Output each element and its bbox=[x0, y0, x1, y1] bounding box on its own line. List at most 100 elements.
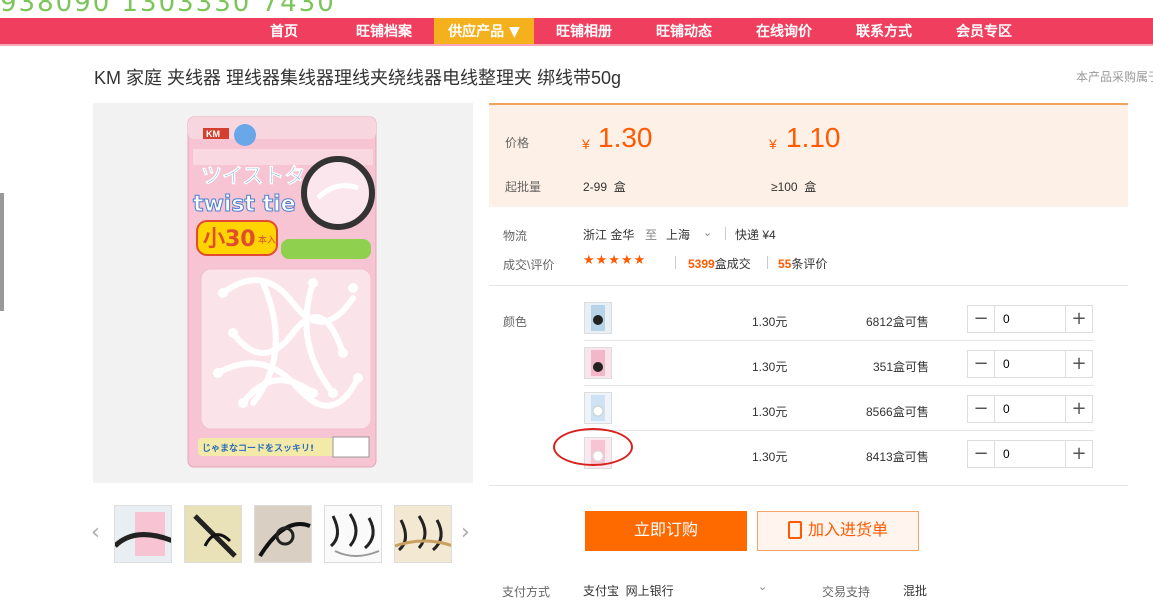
add-to-cart-button[interactable]: 加入进货单 bbox=[757, 511, 919, 551]
variant-2-stock: 351盒可售 bbox=[873, 360, 930, 374]
thumbnail-4-image bbox=[325, 506, 381, 562]
price-panel: 价格 ¥ 1.30 ¥ 1.10 起批量 2-99 盒 ≥100 盒 bbox=[489, 103, 1128, 207]
row-divider bbox=[584, 430, 1094, 431]
trade-support-value: 混批 bbox=[903, 584, 928, 598]
ship-to-word: 至 bbox=[645, 228, 658, 242]
divider bbox=[767, 256, 768, 269]
package-title-en: twist tie bbox=[193, 192, 296, 217]
variant-1-stock: 6812盒可售 bbox=[866, 315, 929, 329]
quantity-input-2[interactable] bbox=[995, 351, 1065, 377]
color-label: 颜色 bbox=[503, 315, 528, 329]
variant-4-price: 1.30元 bbox=[752, 450, 788, 464]
nav-supply-products[interactable]: 供应产品 ▼ bbox=[434, 18, 534, 46]
trade-support-label: 交易支持 bbox=[822, 585, 871, 599]
product-title: KM 家庭 夹线器 理线器集线器理线夹绕线器电线整理夹 绑线带50g bbox=[94, 68, 622, 88]
page-scroll-indicator[interactable] bbox=[0, 193, 4, 311]
chevron-down-icon[interactable]: ⌄ bbox=[703, 226, 712, 239]
nav-online-inquiry[interactable]: 在线询价 bbox=[745, 18, 823, 46]
quantity-stepper-2[interactable]: − + bbox=[967, 350, 1093, 378]
tier-1-range: 2-99 盒 bbox=[583, 180, 626, 194]
buy-now-button[interactable]: 立即订购 bbox=[585, 511, 747, 551]
nav-bottom-line bbox=[0, 44, 1153, 46]
chevron-down-icon[interactable]: ⌄ bbox=[758, 580, 767, 593]
plus-icon[interactable]: + bbox=[1065, 441, 1092, 467]
swatch-1-image bbox=[591, 305, 605, 331]
thumbnail-3-image bbox=[255, 506, 311, 562]
ship-from: 浙江 金华 bbox=[583, 228, 635, 242]
quantity-stepper-4[interactable]: − + bbox=[967, 440, 1093, 468]
nav-shop-news[interactable]: 旺铺动态 bbox=[645, 18, 723, 46]
shop-nav-bar: 首页 旺铺档案 供应产品 ▼ 旺铺相册 旺铺动态 在线询价 联系方式 会员专区 bbox=[0, 18, 1153, 46]
express-fee: 快递 ¥4 bbox=[735, 228, 776, 242]
quantity-input-3[interactable] bbox=[995, 396, 1065, 422]
color-swatch-2[interactable] bbox=[584, 347, 612, 379]
package-brand-text: KM bbox=[206, 129, 220, 139]
package-slogan: じゃまなコードをスッキリ! bbox=[202, 443, 314, 454]
row-divider bbox=[584, 385, 1094, 386]
minus-icon[interactable]: − bbox=[968, 306, 995, 332]
plus-icon[interactable]: + bbox=[1065, 351, 1092, 377]
min-order-label: 起批量 bbox=[505, 180, 542, 194]
plus-icon[interactable]: + bbox=[1065, 306, 1092, 332]
thumbnail-4[interactable] bbox=[324, 505, 382, 563]
thumbnail-5-image bbox=[395, 506, 451, 562]
minus-icon[interactable]: − bbox=[968, 396, 995, 422]
price-label: 价格 bbox=[505, 136, 530, 150]
deals-label: 成交\评价 bbox=[503, 258, 555, 272]
payment-label: 支付方式 bbox=[502, 585, 551, 599]
price-tier-2-currency: ¥ bbox=[769, 136, 777, 152]
variant-2-price: 1.30元 bbox=[752, 360, 788, 374]
nav-contact[interactable]: 联系方式 bbox=[845, 18, 923, 46]
section-divider bbox=[489, 285, 1128, 286]
thumb-next-arrow[interactable]: › bbox=[461, 520, 470, 545]
quantity-input-4[interactable] bbox=[995, 441, 1065, 467]
variant-3-price: 1.30元 bbox=[752, 405, 788, 419]
phone-number: 938090 1303330 7430 bbox=[0, 0, 336, 18]
thumbnail-3[interactable] bbox=[254, 505, 312, 563]
main-product-image[interactable]: KM ツイストタイ twist tie 小30 本入 じゃまなコードをスッキリ! bbox=[93, 103, 473, 483]
quantity-stepper-1[interactable]: − + bbox=[967, 305, 1093, 333]
thumbnail-1[interactable] bbox=[114, 505, 172, 563]
thumbnail-5[interactable] bbox=[394, 505, 452, 563]
logistics-label: 物流 bbox=[503, 229, 528, 243]
side-note: 本产品采购属于 bbox=[1076, 70, 1153, 84]
nav-home[interactable]: 首页 bbox=[249, 18, 319, 46]
review-count[interactable]: 55条评价 bbox=[778, 255, 827, 272]
row-divider bbox=[584, 340, 1094, 341]
nav-shop-profile[interactable]: 旺铺档案 bbox=[345, 18, 423, 46]
quantity-input-1[interactable] bbox=[995, 306, 1065, 332]
deal-count[interactable]: 5399盒成交 bbox=[688, 255, 751, 272]
highlight-circle bbox=[553, 428, 633, 466]
color-swatch-3[interactable] bbox=[584, 392, 612, 424]
price-tier-1-currency: ¥ bbox=[582, 136, 590, 152]
price-tier-1: 1.30 bbox=[598, 122, 653, 153]
nav-shop-album[interactable]: 旺铺相册 bbox=[545, 18, 623, 46]
twist-tie-package-image: KM ツイストタイ twist tie 小30 本入 じゃまなコードをスッキリ! bbox=[187, 116, 377, 468]
top-strip: 938090 1303330 7430 bbox=[0, 0, 1153, 18]
variant-4-stock: 8413盒可售 bbox=[866, 450, 929, 464]
section-divider bbox=[489, 485, 1128, 486]
divider bbox=[725, 227, 726, 240]
thumb-prev-arrow[interactable]: ‹ bbox=[91, 520, 100, 545]
nav-member-zone[interactable]: 会员专区 bbox=[945, 18, 1023, 46]
plus-icon[interactable]: + bbox=[1065, 396, 1092, 422]
price-tier-2: 1.10 bbox=[786, 122, 841, 153]
minus-icon[interactable]: − bbox=[968, 441, 995, 467]
color-swatch-1[interactable] bbox=[584, 302, 612, 334]
quantity-stepper-3[interactable]: − + bbox=[967, 395, 1093, 423]
ship-to-destination[interactable]: 上海 bbox=[666, 226, 690, 243]
thumbnail-1-image bbox=[115, 506, 171, 562]
minus-icon[interactable]: − bbox=[968, 351, 995, 377]
payment-methods: 支付宝 网上银行 bbox=[583, 584, 674, 598]
rating-stars: ★★★★★ bbox=[583, 253, 647, 268]
clipboard-icon bbox=[787, 521, 802, 539]
swatch-2-image bbox=[591, 350, 605, 376]
add-to-cart-label: 加入进货单 bbox=[807, 522, 888, 539]
divider bbox=[675, 256, 676, 269]
swatch-3-image bbox=[591, 395, 605, 421]
thumbnail-2[interactable] bbox=[184, 505, 242, 563]
package-count-unit: 本入 bbox=[258, 234, 276, 246]
thumbnail-2-image bbox=[185, 506, 241, 562]
variant-3-stock: 8566盒可售 bbox=[866, 405, 929, 419]
tier-2-range: ≥100 盒 bbox=[771, 180, 817, 194]
